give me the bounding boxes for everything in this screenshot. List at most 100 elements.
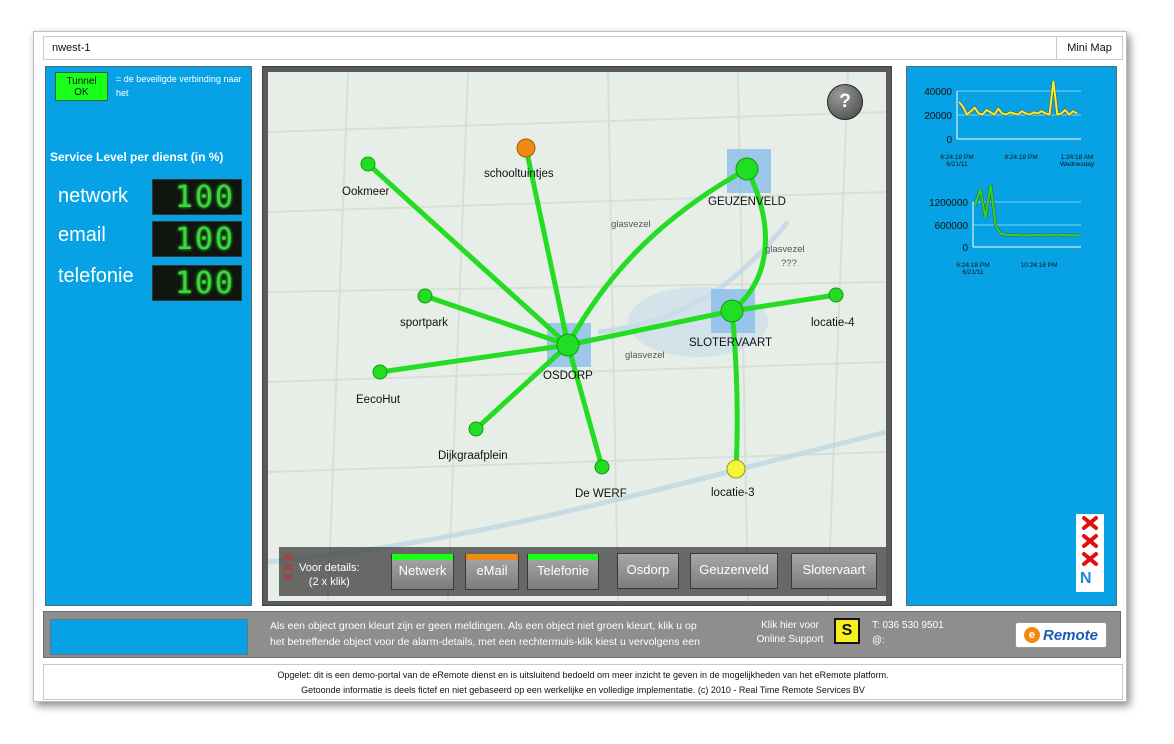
telefonie-button-label: Telefonie bbox=[536, 563, 590, 578]
service-display-telefonie[interactable]: 100 bbox=[152, 265, 242, 301]
amsterdam-logo: N bbox=[1076, 514, 1104, 592]
map-button-bar: Voor details: (2 x klik) Netwerk eMail T… bbox=[279, 547, 886, 596]
label-glasvezel-2: glasvezel bbox=[765, 244, 805, 255]
support-s-icon[interactable]: S bbox=[834, 618, 860, 644]
geuzenveld-button-label: Geuzenveld bbox=[699, 562, 769, 577]
node-de-werf bbox=[594, 459, 610, 475]
node-osdorp bbox=[556, 333, 580, 357]
label-locatie-3: locatie-3 bbox=[711, 487, 754, 499]
eremote-logo-text: Remote bbox=[1042, 626, 1098, 644]
label-glasvezel-3: glasvezel bbox=[625, 350, 665, 361]
node-dijkgraafplein bbox=[468, 421, 484, 437]
contact-info: T: 036 530 9501 @: bbox=[872, 618, 944, 648]
footer-info-line2: het betreffende object voor de alarm-det… bbox=[270, 636, 700, 648]
eremote-logo[interactable]: e Remote bbox=[1015, 622, 1107, 648]
details-hint-line2: (2 x klik) bbox=[308, 576, 350, 588]
label-ookmeer: Ookmeer bbox=[342, 186, 389, 198]
service-level-title: Service Level per dienst (in %) bbox=[50, 150, 224, 164]
node-ookmeer bbox=[360, 156, 376, 172]
service-label-email: email bbox=[58, 224, 106, 246]
chart1-xtick-0: 6:24:18 PM bbox=[940, 154, 973, 161]
service-label-network: network bbox=[58, 185, 129, 207]
network-map[interactable]: Ookmeer schooltuintjes GEUZENVELD sportp… bbox=[268, 72, 886, 601]
network-map-panel: Ookmeer schooltuintjes GEUZENVELD sportp… bbox=[262, 66, 892, 606]
page-title: nwest-1 bbox=[52, 42, 91, 54]
node-geuzenveld bbox=[735, 157, 759, 181]
node-slotervaart bbox=[720, 299, 744, 323]
label-osdorp: OSDORP bbox=[543, 370, 593, 382]
chart1-xtick-2: 1:24:18 AM bbox=[1061, 154, 1094, 161]
email-button-label: eMail bbox=[476, 563, 508, 578]
tunnel-note: = de beveiligde verbinding naar het bbox=[116, 74, 242, 98]
chart1-xtick-1: 9:24:18 PM bbox=[1004, 154, 1037, 161]
footer-info-line1: Als een object groen kleurt zijn er geen… bbox=[270, 620, 697, 632]
chart-2: 1200000 600000 0 6:24:18 PM 6/21/11 10:2… bbox=[929, 184, 1081, 276]
email-button[interactable]: eMail bbox=[465, 554, 519, 590]
header-bar: nwest-1 Mini Map bbox=[43, 36, 1123, 60]
label-de-werf: De WERF bbox=[575, 488, 627, 500]
statistics-panel: 40000 20000 0 6:24:18 PM 6/21/11 9:24:18… bbox=[906, 66, 1117, 606]
service-value-email: 100 bbox=[174, 221, 235, 257]
support-line2: Online Support bbox=[756, 634, 824, 645]
tunnel-label: Tunnel bbox=[66, 76, 97, 87]
disclaimer-line1: Opgelet: dit is een demo-portal van de e… bbox=[277, 670, 889, 680]
disclaimer-line2: Getoonde informatie is deels fictef en n… bbox=[301, 685, 865, 695]
slotervaart-button[interactable]: Slotervaart bbox=[791, 553, 877, 589]
label-dijkgraafplein: Dijkgraafplein bbox=[438, 450, 508, 462]
telefonie-button[interactable]: Telefonie bbox=[527, 554, 599, 590]
footer-blue-box bbox=[50, 619, 248, 655]
label-schooltuintjes: schooltuintjes bbox=[484, 168, 554, 180]
chart2-ytick-0: 1200000 bbox=[929, 198, 968, 209]
label-slotervaart: SLOTERVAART bbox=[689, 337, 772, 349]
chart1-ytick-0: 40000 bbox=[924, 87, 952, 98]
details-hint-line1: Voor details: bbox=[299, 562, 360, 574]
geuzenveld-button[interactable]: Geuzenveld bbox=[690, 553, 778, 589]
mini-map-button[interactable]: Mini Map bbox=[1056, 37, 1122, 59]
tunnel-status-badge[interactable]: Tunnel OK bbox=[55, 72, 108, 101]
netwerk-button-label: Netwerk bbox=[398, 563, 447, 578]
amsterdam-crosses-icon bbox=[283, 553, 293, 581]
email-status-stripe bbox=[466, 554, 518, 560]
service-display-network[interactable]: 100 bbox=[152, 179, 242, 215]
chart1-xsub-0: 6/21/11 bbox=[946, 161, 968, 168]
chart-1: 40000 20000 0 6:24:18 PM 6/21/11 9:24:18… bbox=[924, 80, 1095, 168]
node-eecohut bbox=[372, 364, 388, 380]
node-locatie-4 bbox=[828, 287, 844, 303]
service-value-network: 100 bbox=[174, 179, 235, 215]
footer-bar: Als een object groen kleurt zijn er geen… bbox=[43, 611, 1121, 658]
footer-info: Als een object groen kleurt zijn er geen… bbox=[270, 618, 730, 650]
support-line1: Klik hier voor bbox=[761, 620, 819, 631]
node-sportpark bbox=[417, 288, 433, 304]
osdorp-button-label: Osdorp bbox=[626, 562, 670, 577]
chart2-series-line bbox=[974, 184, 1080, 237]
contact-phone: T: 036 530 9501 bbox=[872, 620, 944, 631]
label-sportpark: sportpark bbox=[400, 317, 448, 329]
chart2-xtick-1: 10:24:18 PM bbox=[1021, 262, 1058, 269]
node-schooltuintjes bbox=[516, 138, 536, 158]
chart1-ytick-2: 0 bbox=[946, 135, 952, 146]
netwerk-status-stripe bbox=[392, 554, 453, 560]
osdorp-button[interactable]: Osdorp bbox=[617, 553, 679, 589]
label-geuzenveld: GEUZENVELD bbox=[708, 196, 786, 208]
tunnel-status: OK bbox=[74, 87, 89, 98]
chart2-ytick-1: 600000 bbox=[935, 221, 969, 232]
chart2-xsub-0: 6/21/11 bbox=[962, 269, 984, 276]
slotervaart-button-label: Slotervaart bbox=[802, 562, 866, 577]
chart1-xsub-1: Wednesday bbox=[1060, 161, 1095, 168]
chart1-series-line bbox=[958, 80, 1078, 117]
online-support-link[interactable]: Klik hier voor Online Support bbox=[752, 619, 828, 647]
service-level-panel: Tunnel OK = de beveiligde verbinding naa… bbox=[45, 66, 252, 606]
label-glasvezel-1: glasvezel bbox=[611, 219, 651, 230]
netwerk-button[interactable]: Netwerk bbox=[391, 554, 454, 590]
label-eecohut: EecoHut bbox=[356, 394, 401, 406]
service-label-telefonie: telefonie bbox=[58, 265, 134, 287]
label-locatie-4: locatie-4 bbox=[811, 317, 855, 329]
node-locatie-3 bbox=[726, 459, 746, 479]
help-button[interactable]: ? bbox=[827, 84, 863, 120]
details-hint: Voor details: (2 x klik) bbox=[299, 561, 360, 589]
chart1-ytick-1: 20000 bbox=[924, 111, 952, 122]
map-svg: Ookmeer schooltuintjes GEUZENVELD sportp… bbox=[268, 72, 886, 601]
telefonie-status-stripe bbox=[528, 554, 598, 560]
service-display-email[interactable]: 100 bbox=[152, 221, 242, 257]
chart2-xtick-0: 6:24:18 PM bbox=[956, 262, 989, 269]
